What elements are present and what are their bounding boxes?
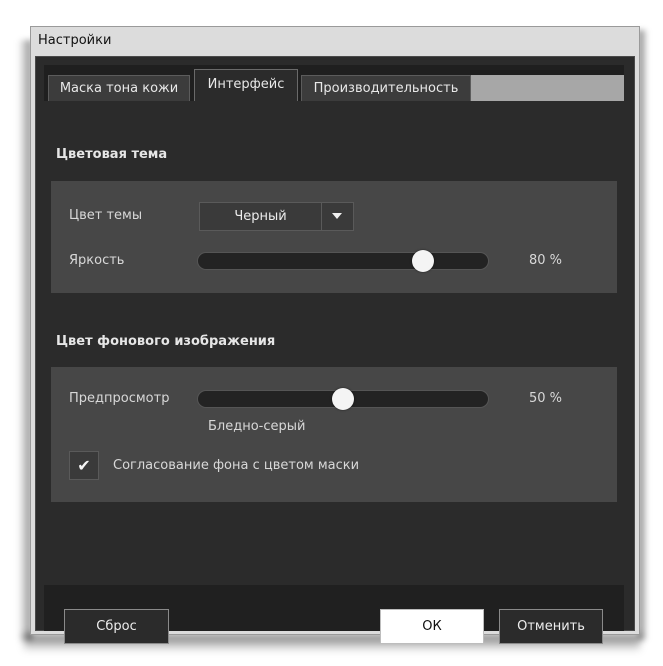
brightness-value: 80 %	[529, 253, 563, 268]
preview-value: 50 %	[529, 391, 563, 406]
window-title: Настройки	[38, 33, 112, 48]
theme-color-dropdown[interactable]: Черный	[199, 202, 354, 231]
title-bar[interactable]: Настройки	[31, 27, 639, 55]
dialog-body: Маска тона кожи Интерфейс Производительн…	[35, 56, 635, 644]
interface-tab-content: Цветовая тема Цвет темы Черный Яркость 8…	[44, 101, 624, 585]
background-panel: Предпросмотр 50 % Бледно-серый ✔ Согласо…	[51, 367, 617, 502]
preview-label: Предпросмотр	[69, 391, 170, 406]
preview-caption: Бледно-серый	[208, 419, 306, 434]
theme-color-label: Цвет темы	[69, 208, 143, 223]
tab-strip: Маска тона кожи Интерфейс Производительн…	[44, 65, 624, 103]
preview-slider[interactable]	[197, 388, 489, 410]
cancel-button[interactable]: Отменить	[499, 609, 603, 644]
tab-skin-tone-mask[interactable]: Маска тона кожи	[48, 75, 190, 101]
theme-section-title: Цветовая тема	[56, 147, 168, 162]
match-mask-checkbox[interactable]: ✔	[69, 451, 99, 480]
brightness-label: Яркость	[69, 253, 125, 268]
settings-dialog: Настройки Маска тона кожи Интерфейс Прои…	[30, 26, 640, 644]
background-section-title: Цвет фонового изображения	[56, 334, 276, 349]
check-icon: ✔	[77, 456, 91, 475]
match-mask-label[interactable]: Согласование фона с цветом маски	[113, 458, 359, 473]
theme-panel: Цвет темы Черный Яркость 80 %	[51, 181, 617, 293]
tab-strip-filler	[471, 75, 624, 101]
tab-interface[interactable]: Интерфейс	[194, 69, 298, 103]
reset-button[interactable]: Сброс	[64, 609, 169, 644]
brightness-slider-thumb[interactable]	[412, 250, 435, 272]
theme-color-value: Черный	[200, 203, 322, 230]
tab-performance[interactable]: Производительность	[301, 75, 471, 101]
chevron-down-icon[interactable]	[322, 203, 353, 230]
ok-button[interactable]: ОК	[380, 609, 484, 644]
brightness-slider[interactable]	[197, 250, 489, 272]
preview-slider-thumb[interactable]	[332, 388, 354, 410]
